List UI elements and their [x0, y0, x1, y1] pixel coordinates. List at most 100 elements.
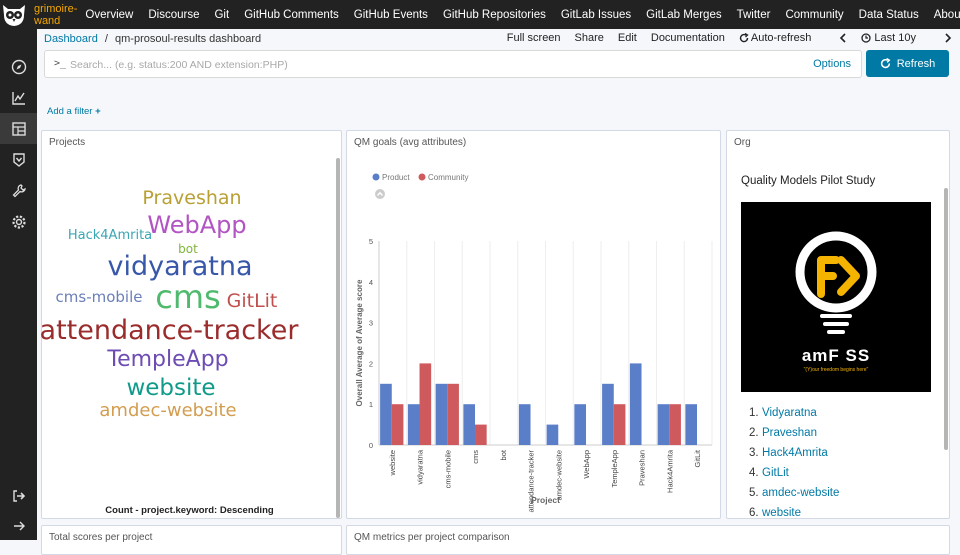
- time-range-button[interactable]: Last 10y: [861, 32, 930, 44]
- legend-label[interactable]: Product: [382, 173, 410, 182]
- management-gear-icon[interactable]: [0, 206, 37, 237]
- bar-community[interactable]: [613, 404, 626, 445]
- time-next-button[interactable]: [944, 33, 952, 43]
- bar-community[interactable]: [419, 363, 432, 445]
- nav-item-github-events[interactable]: GitHub Events: [354, 9, 428, 21]
- bar-community[interactable]: [391, 404, 404, 445]
- cloud-word[interactable]: TempleApp: [107, 349, 228, 371]
- cloud-word[interactable]: Praveshan: [142, 189, 241, 208]
- nav-item-git[interactable]: Git: [214, 9, 229, 21]
- bar-product[interactable]: [407, 404, 420, 445]
- qm-goals-chart: 0 1 2 3 4 5 website vidyaratna cms-mobile cms bot a…: [355, 173, 713, 513]
- time-range-label: Last 10y: [874, 32, 916, 44]
- x-tick-label: amdec-website: [554, 450, 563, 500]
- org-project-link[interactable]: Praveshan: [762, 427, 817, 447]
- cloud-word[interactable]: vidyaratna: [107, 253, 252, 280]
- refresh-cycle-icon: [739, 33, 749, 43]
- nav-item-github-repositories[interactable]: GitHub Repositories: [443, 9, 546, 21]
- main-content: Dashboard / qm-prosoul-results dashboard…: [37, 29, 960, 555]
- bar-product[interactable]: [685, 404, 698, 445]
- nav-item-gitlab-merges[interactable]: GitLab Merges: [646, 9, 721, 21]
- share-button[interactable]: Share: [575, 32, 604, 44]
- refresh-label: Refresh: [896, 57, 936, 70]
- nav-item-gitlab-issues[interactable]: GitLab Issues: [561, 9, 631, 21]
- y-tick-label: 5: [369, 237, 373, 246]
- org-list-item: 6. website: [749, 507, 839, 527]
- list-number: 4.: [749, 467, 759, 479]
- bar-product[interactable]: [574, 404, 587, 445]
- nav-item-twitter[interactable]: Twitter: [737, 9, 771, 21]
- bar-product[interactable]: [435, 383, 448, 445]
- brand-name[interactable]: grimoire-wand: [34, 3, 77, 27]
- refresh-button[interactable]: Refresh: [866, 50, 949, 77]
- sidebar: [0, 29, 37, 540]
- org-heading: Quality Models Pilot Study: [741, 175, 876, 187]
- bar-product[interactable]: [380, 383, 392, 445]
- nav-item-github-comments[interactable]: GitHub Comments: [244, 9, 339, 21]
- documentation-button[interactable]: Documentation: [651, 32, 725, 44]
- list-number: 5.: [749, 487, 759, 499]
- bar-community[interactable]: [447, 383, 459, 445]
- org-project-link[interactable]: website: [762, 507, 801, 527]
- logout-icon[interactable]: [0, 480, 37, 511]
- cloud-word[interactable]: attendance-tracker: [40, 317, 299, 344]
- bar-community[interactable]: [475, 424, 487, 445]
- cloud-word[interactable]: GitLit: [227, 292, 278, 311]
- auto-refresh-button[interactable]: Auto-refresh: [739, 32, 826, 44]
- search-input[interactable]: [70, 55, 670, 75]
- visualize-chart-icon[interactable]: [0, 82, 37, 113]
- cloud-word[interactable]: WebApp: [147, 213, 246, 237]
- breadcrumb-current: qm-prosoul-results dashboard: [115, 33, 262, 45]
- org-scrollbar[interactable]: [944, 188, 948, 450]
- bar-community[interactable]: [669, 404, 681, 445]
- edit-button[interactable]: Edit: [618, 32, 637, 44]
- bar-product[interactable]: [602, 383, 614, 445]
- total-scores-panel: Total scores per project: [41, 525, 342, 555]
- nav-item-data-status[interactable]: Data Status: [859, 9, 919, 21]
- options-button[interactable]: Options: [813, 58, 851, 70]
- x-tick-label: Hack4Amrita: [665, 449, 674, 493]
- x-tick-label: bot: [499, 449, 508, 460]
- nav-item-about[interactable]: About: [934, 9, 960, 21]
- org-project-link[interactable]: GitLit: [762, 467, 789, 487]
- bar-product[interactable]: [657, 404, 670, 445]
- cloud-word[interactable]: Hack4Amrita: [68, 229, 152, 242]
- word-cloud-legend: Count - project.keyword: Descending: [105, 505, 274, 516]
- owl-logo-icon[interactable]: [0, 0, 28, 29]
- breadcrumb: Dashboard / qm-prosoul-results dashboard: [44, 33, 261, 45]
- cloud-word[interactable]: cms-mobile: [56, 290, 143, 305]
- dashboard-icon[interactable]: [0, 113, 37, 144]
- breadcrumb-dashboard-link[interactable]: Dashboard: [44, 33, 98, 45]
- org-project-link[interactable]: amdec-website: [762, 487, 839, 507]
- add-filter-label: Add a filter: [47, 106, 93, 117]
- org-list-item: 1. Vidyaratna: [749, 407, 839, 427]
- dev-tools-wrench-icon[interactable]: [0, 175, 37, 206]
- query-language-prompt[interactable]: >_: [54, 58, 66, 69]
- org-project-link[interactable]: Hack4Amrita: [762, 447, 828, 467]
- legend-toggle-icon[interactable]: [375, 189, 385, 199]
- add-filter-button[interactable]: Add a filter +: [47, 106, 101, 117]
- org-project-link[interactable]: Vidyaratna: [762, 407, 817, 427]
- legend-swatch[interactable]: [372, 173, 380, 181]
- org-list-item: 5. amdec-website: [749, 487, 839, 507]
- timelion-shield-icon[interactable]: [0, 144, 37, 175]
- bar-product[interactable]: [463, 404, 476, 445]
- time-prev-button[interactable]: [839, 33, 847, 43]
- bar-product[interactable]: [629, 363, 642, 445]
- nav-item-overview[interactable]: Overview: [85, 9, 133, 21]
- nav-item-community[interactable]: Community: [785, 9, 843, 21]
- bar-product[interactable]: [546, 424, 559, 445]
- full-screen-button[interactable]: Full screen: [507, 32, 561, 44]
- expand-arrow-icon[interactable]: [0, 510, 37, 541]
- cloud-word[interactable]: cms: [155, 281, 220, 313]
- cloud-word[interactable]: website: [126, 377, 215, 400]
- bar-product[interactable]: [518, 404, 531, 445]
- legend-swatch[interactable]: [418, 173, 426, 181]
- x-tick-label: Praveshan: [638, 450, 647, 486]
- projects-scrollbar[interactable]: [336, 158, 340, 518]
- discover-compass-icon[interactable]: [0, 51, 37, 82]
- legend-label[interactable]: Community: [428, 173, 468, 182]
- refresh-icon: [880, 58, 891, 69]
- cloud-word[interactable]: amdec-website: [99, 402, 236, 420]
- nav-item-discourse[interactable]: Discourse: [148, 9, 199, 21]
